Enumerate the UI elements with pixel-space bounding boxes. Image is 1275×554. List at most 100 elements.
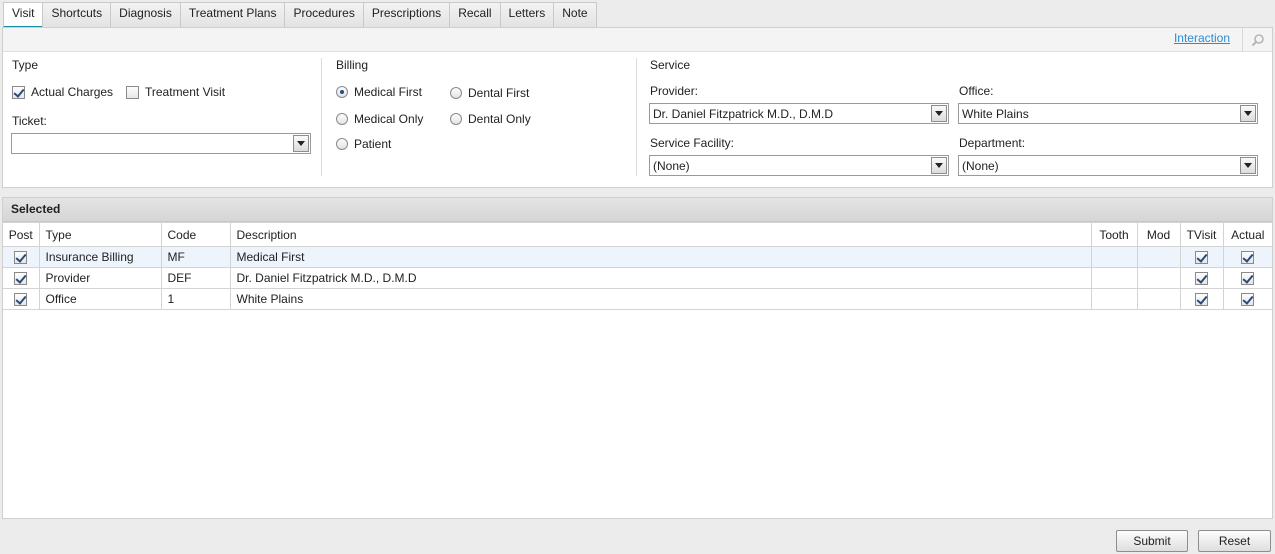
patient-radio[interactable] <box>336 138 348 150</box>
row-type: Office <box>38 288 162 310</box>
tvisit-checkbox[interactable] <box>1195 293 1208 307</box>
actual-checkbox[interactable] <box>1241 293 1255 307</box>
tab-prescriptions[interactable]: Prescriptions <box>362 2 450 28</box>
department-value: (None) <box>962 159 999 173</box>
panel-toolbar: Interaction <box>3 28 1272 52</box>
column-header-post[interactable]: Post <box>3 222 40 247</box>
row-mod <box>1136 288 1181 310</box>
treatment-visit-label: Treatment Visit <box>145 85 226 99</box>
row-description: Dr. Daniel Fitzpatrick M.D., D.M.D <box>229 267 1092 289</box>
row-tooth <box>1090 288 1138 310</box>
treatment-visit-checkbox[interactable] <box>126 85 139 99</box>
column-header-actual[interactable]: Actual <box>1222 222 1272 247</box>
row-description: White Plains <box>229 288 1092 310</box>
table-row[interactable]: Office 1 White Plains <box>3 288 1272 310</box>
post-checkbox[interactable] <box>14 293 28 307</box>
divider <box>636 58 637 176</box>
billing-medical-only[interactable]: Medical Only <box>336 112 423 126</box>
column-header-tooth[interactable]: Tooth <box>1090 222 1138 247</box>
row-code: DEF <box>160 267 231 289</box>
treatment-visit-option[interactable]: Treatment Visit <box>126 85 225 99</box>
tab-treatment-plans[interactable]: Treatment Plans <box>179 2 285 28</box>
actual-charges-label: Actual Charges <box>31 85 114 99</box>
row-code: 1 <box>160 288 231 310</box>
dental-only-radio[interactable] <box>450 113 462 125</box>
row-tooth <box>1090 267 1138 289</box>
dental-first-label: Dental First <box>468 86 530 100</box>
post-checkbox[interactable] <box>14 272 28 286</box>
row-type: Insurance Billing <box>38 246 162 268</box>
ticket-label: Ticket: <box>12 114 47 128</box>
row-code: MF <box>160 246 231 268</box>
search-button[interactable] <box>1242 28 1272 52</box>
dental-only-label: Dental Only <box>468 112 531 126</box>
divider <box>321 58 322 176</box>
office-select[interactable]: White Plains <box>958 103 1258 124</box>
table-row[interactable]: Provider DEF Dr. Daniel Fitzpatrick M.D.… <box>3 267 1272 289</box>
medical-only-radio[interactable] <box>336 113 348 125</box>
table-row[interactable]: Insurance Billing MF Medical First <box>3 246 1272 268</box>
chevron-down-icon[interactable] <box>1240 157 1256 174</box>
office-label: Office: <box>959 84 994 98</box>
billing-patient[interactable]: Patient <box>336 137 391 151</box>
tab-diagnosis[interactable]: Diagnosis <box>110 2 180 28</box>
billing-dental-only[interactable]: Dental Only <box>450 112 531 126</box>
service-section-title: Service <box>650 58 691 72</box>
column-header-description[interactable]: Description <box>229 222 1092 247</box>
tab-visit[interactable]: Visit <box>3 2 43 28</box>
column-header-code[interactable]: Code <box>160 222 231 247</box>
medical-only-label: Medical Only <box>354 112 424 126</box>
column-header-mod[interactable]: Mod <box>1136 222 1181 247</box>
tab-recall[interactable]: Recall <box>449 2 500 28</box>
actual-checkbox[interactable] <box>1241 251 1255 265</box>
provider-select[interactable]: Dr. Daniel Fitzpatrick M.D., D.M.D <box>649 103 949 124</box>
ticket-select[interactable] <box>11 133 311 154</box>
row-type: Provider <box>38 267 162 289</box>
row-description: Medical First <box>229 246 1092 268</box>
table-header-row: Post Type Code Description Tooth Mod TVi… <box>3 222 1272 247</box>
tab-shortcuts[interactable]: Shortcuts <box>42 2 111 28</box>
visit-panel: Interaction Type Actual Charges Treatmen… <box>2 27 1273 188</box>
billing-dental-first[interactable]: Dental First <box>450 86 529 100</box>
tab-procedures[interactable]: Procedures <box>284 2 363 28</box>
service-facility-value: (None) <box>653 159 690 173</box>
row-mod <box>1136 267 1181 289</box>
chevron-down-icon[interactable] <box>293 135 309 152</box>
row-tooth <box>1090 246 1138 268</box>
tvisit-checkbox[interactable] <box>1195 251 1208 265</box>
submit-button[interactable]: Submit <box>1116 530 1188 552</box>
chevron-down-icon[interactable] <box>931 157 947 174</box>
selected-panel: Selected Post Type Code Description Toot… <box>2 197 1273 519</box>
selected-header: Selected <box>3 198 1272 222</box>
tab-note[interactable]: Note <box>553 2 597 28</box>
service-facility-select[interactable]: (None) <box>649 155 949 176</box>
provider-label: Provider: <box>650 84 699 98</box>
office-value: White Plains <box>962 107 1029 121</box>
interaction-link[interactable]: Interaction <box>1174 31 1230 45</box>
actual-checkbox[interactable] <box>1241 272 1255 286</box>
provider-value: Dr. Daniel Fitzpatrick M.D., D.M.D <box>653 107 834 121</box>
column-header-type[interactable]: Type <box>38 222 162 247</box>
patient-label: Patient <box>354 137 392 151</box>
post-checkbox[interactable] <box>14 251 28 265</box>
actual-charges-option[interactable]: Actual Charges <box>12 85 113 99</box>
department-select[interactable]: (None) <box>958 155 1258 176</box>
medical-first-radio[interactable] <box>336 86 348 98</box>
type-section-title: Type <box>12 58 39 72</box>
selected-table: Post Type Code Description Tooth Mod TVi… <box>3 222 1272 310</box>
department-label: Department: <box>959 136 1026 150</box>
billing-medical-first[interactable]: Medical First <box>336 85 422 99</box>
tab-bar: Visit Shortcuts Diagnosis Treatment Plan… <box>3 2 597 28</box>
dental-first-radio[interactable] <box>450 87 462 99</box>
chevron-down-icon[interactable] <box>1240 105 1256 122</box>
tab-letters[interactable]: Letters <box>499 2 554 28</box>
search-icon <box>1251 34 1264 47</box>
reset-button[interactable]: Reset <box>1198 530 1271 552</box>
medical-first-label: Medical First <box>354 85 423 99</box>
actual-charges-checkbox[interactable] <box>12 85 25 99</box>
row-mod <box>1136 246 1181 268</box>
billing-section-title: Billing <box>336 58 369 72</box>
chevron-down-icon[interactable] <box>931 105 947 122</box>
tvisit-checkbox[interactable] <box>1195 272 1208 286</box>
column-header-tvisit[interactable]: TVisit <box>1179 222 1224 247</box>
